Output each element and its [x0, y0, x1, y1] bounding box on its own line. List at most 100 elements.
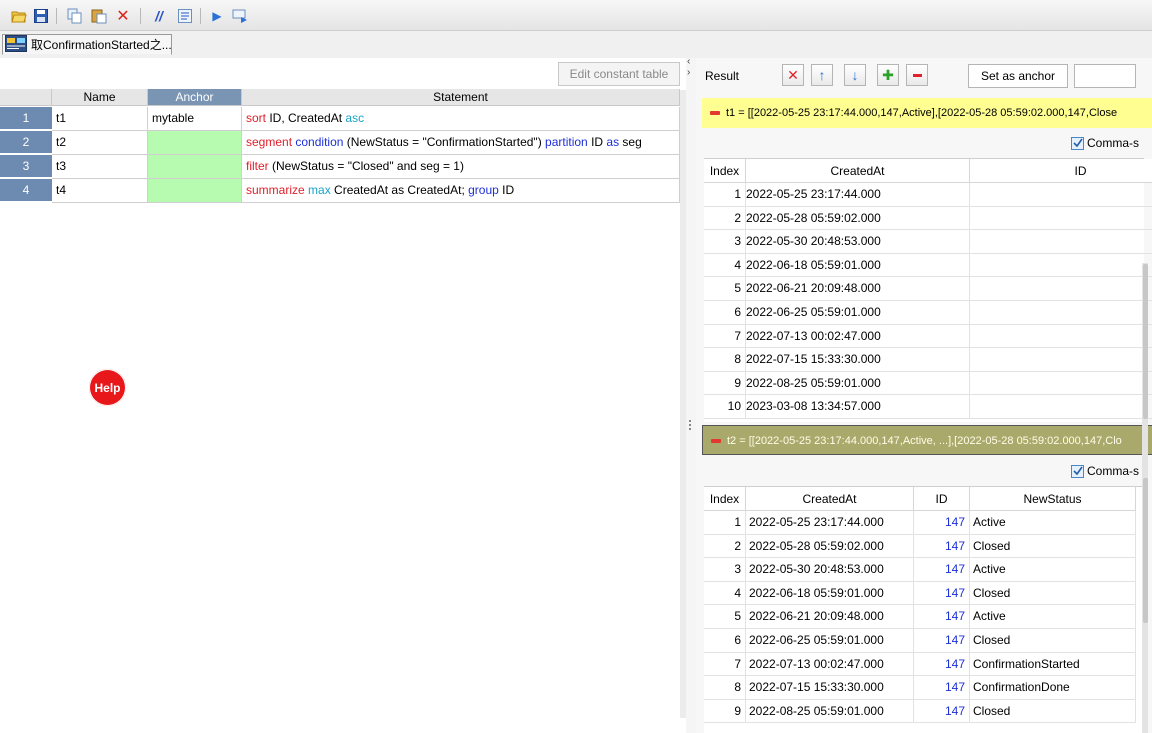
id-cell[interactable]: [970, 277, 1152, 301]
id-cell[interactable]: 147: [914, 605, 970, 629]
table-row[interactable]: 9 2022-08-25 05:59:01.000: [704, 371, 1152, 396]
grid-row[interactable]: 3 t3 filter (NewStatus = "Closed" and se…: [0, 155, 680, 179]
id-cell[interactable]: [970, 325, 1152, 349]
expand-all-button[interactable]: ✚: [877, 64, 899, 86]
newstatus-cell[interactable]: Closed: [970, 629, 1136, 653]
anchor-cell[interactable]: [148, 179, 242, 203]
column-header[interactable]: ID: [970, 159, 1152, 183]
collapse-icon[interactable]: [711, 439, 721, 443]
id-cell[interactable]: [970, 230, 1152, 254]
result-banner-t2[interactable]: t2 = [[2022-05-25 23:17:44.000,147,Activ…: [702, 425, 1152, 455]
collapse-all-button[interactable]: [906, 64, 928, 86]
index-cell[interactable]: 9: [704, 699, 746, 724]
column-header[interactable]: CreatedAt: [746, 487, 914, 511]
comma-separated-toggle[interactable]: Comma-s: [1071, 134, 1139, 152]
name-cell[interactable]: t2: [52, 131, 148, 155]
anchor-cell[interactable]: [148, 155, 242, 179]
table-row[interactable]: 9 2022-08-25 05:59:01.000 147 Closed: [704, 699, 1144, 724]
statement-cell[interactable]: summarize max CreatedAt as CreatedAt; gr…: [242, 179, 680, 203]
createdat-cell[interactable]: 2022-07-15 15:33:30.000: [746, 348, 970, 372]
index-cell[interactable]: 6: [704, 629, 746, 653]
id-cell[interactable]: [970, 372, 1152, 396]
scroll-thumb[interactable]: [1143, 264, 1148, 419]
id-cell[interactable]: 147: [914, 652, 970, 677]
id-cell[interactable]: [970, 301, 1152, 325]
collapse-left-icon[interactable]: ‹: [687, 56, 690, 67]
statement-cell[interactable]: segment condition (NewStatus = "Confirma…: [242, 131, 680, 155]
table-row[interactable]: 1 2022-05-25 23:17:44.000 147 Active: [704, 511, 1144, 535]
move-down-button[interactable]: ↓: [844, 64, 866, 86]
column-header[interactable]: Index: [704, 487, 746, 511]
table-row[interactable]: 3 2022-05-30 20:48:53.000: [704, 230, 1152, 254]
createdat-cell[interactable]: 2022-05-28 05:59:02.000: [746, 206, 970, 231]
statement-column-header[interactable]: Statement: [242, 89, 680, 106]
table-row[interactable]: 8 2022-07-15 15:33:30.000: [704, 348, 1152, 372]
id-cell[interactable]: [970, 183, 1152, 207]
row-number[interactable]: 3: [0, 155, 52, 178]
index-cell[interactable]: 8: [704, 348, 746, 372]
createdat-cell[interactable]: 2022-07-15 15:33:30.000: [746, 676, 914, 700]
createdat-cell[interactable]: 2022-05-25 23:17:44.000: [746, 183, 970, 207]
createdat-cell[interactable]: 2022-05-30 20:48:53.000: [746, 558, 914, 582]
createdat-cell[interactable]: 2023-03-08 13:34:57.000: [746, 395, 970, 419]
index-cell[interactable]: 10: [704, 395, 746, 419]
table-row[interactable]: 6 2022-06-25 05:59:01.000: [704, 301, 1152, 325]
grid-row[interactable]: 1 t1 mytable sort ID, CreatedAt asc: [0, 107, 680, 131]
index-cell[interactable]: 5: [704, 605, 746, 629]
newstatus-cell[interactable]: Active: [970, 605, 1136, 629]
createdat-cell[interactable]: 2022-05-30 20:48:53.000: [746, 230, 970, 254]
statement-cell[interactable]: sort ID, CreatedAt asc: [242, 107, 680, 131]
index-cell[interactable]: 4: [704, 253, 746, 278]
createdat-cell[interactable]: 2022-06-21 20:09:48.000: [746, 605, 914, 629]
scroll-thumb[interactable]: [1143, 478, 1148, 623]
index-cell[interactable]: 7: [704, 652, 746, 677]
index-cell[interactable]: 3: [704, 230, 746, 254]
row-number[interactable]: 1: [0, 107, 52, 130]
format-icon[interactable]: [176, 7, 194, 25]
set-as-anchor-button[interactable]: Set as anchor: [968, 64, 1068, 88]
table-row[interactable]: 4 2022-06-18 05:59:01.000 147 Closed: [704, 581, 1144, 606]
table-row[interactable]: 2 2022-05-28 05:59:02.000 147 Closed: [704, 534, 1144, 559]
table-row[interactable]: 8 2022-07-15 15:33:30.000 147 ConfirmationD…: [704, 676, 1144, 700]
anchor-cell[interactable]: mytable: [148, 107, 242, 131]
newstatus-cell[interactable]: Active: [970, 558, 1136, 582]
id-cell[interactable]: [970, 254, 1152, 278]
column-header[interactable]: Index: [704, 159, 746, 183]
table-row[interactable]: 7 2022-07-13 00:02:47.000 147 ConfirmationS…: [704, 652, 1144, 677]
help-button[interactable]: Help: [89, 369, 126, 406]
createdat-cell[interactable]: 2022-07-13 00:02:47.000: [746, 324, 970, 349]
script-tab[interactable]: 取ConfirmationStarted之...: [2, 34, 172, 55]
grid-row[interactable]: 4 t4 summarize max CreatedAt as CreatedA…: [0, 179, 680, 203]
column-header[interactable]: CreatedAt: [746, 159, 970, 183]
newstatus-cell[interactable]: ConfirmationStarted: [970, 652, 1136, 677]
id-cell[interactable]: [970, 207, 1152, 231]
name-cell[interactable]: t3: [52, 155, 148, 179]
pane-splitter[interactable]: ‹ ›: [686, 56, 696, 733]
index-cell[interactable]: 4: [704, 581, 746, 606]
table-row[interactable]: 4 2022-06-18 05:59:01.000: [704, 253, 1152, 278]
table-row[interactable]: 10 2023-03-08 13:34:57.000: [704, 395, 1152, 419]
move-up-button[interactable]: ↑: [811, 64, 833, 86]
id-cell[interactable]: 147: [914, 629, 970, 653]
paste-icon[interactable]: [90, 7, 108, 25]
table-row[interactable]: 1 2022-05-25 23:17:44.000: [704, 183, 1152, 207]
index-cell[interactable]: 3: [704, 558, 746, 582]
index-cell[interactable]: 8: [704, 676, 746, 700]
createdat-cell[interactable]: 2022-06-25 05:59:01.000: [746, 629, 914, 653]
column-header[interactable]: ID: [914, 487, 970, 511]
edit-constant-table-button[interactable]: Edit constant table: [558, 62, 680, 86]
collapse-right-icon[interactable]: ›: [687, 67, 690, 78]
clear-result-button[interactable]: ✕: [782, 64, 804, 86]
run-icon[interactable]: ▶: [208, 7, 226, 25]
createdat-cell[interactable]: 2022-05-25 23:17:44.000: [746, 511, 914, 535]
result-banner-t1[interactable]: t1 = [[2022-05-25 23:17:44.000,147,Activ…: [702, 98, 1152, 128]
table-row[interactable]: 5 2022-06-21 20:09:48.000 147 Active: [704, 605, 1144, 629]
id-cell[interactable]: 147: [914, 534, 970, 559]
index-cell[interactable]: 2: [704, 206, 746, 231]
table-row[interactable]: 6 2022-06-25 05:59:01.000 147 Closed: [704, 629, 1144, 653]
index-cell[interactable]: 2: [704, 534, 746, 559]
table-row[interactable]: 3 2022-05-30 20:48:53.000 147 Active: [704, 558, 1144, 582]
step-run-icon[interactable]: [232, 7, 250, 25]
createdat-cell[interactable]: 2022-07-13 00:02:47.000: [746, 652, 914, 677]
grid-row[interactable]: 2 t2 segment condition (NewStatus = "Con…: [0, 131, 680, 155]
